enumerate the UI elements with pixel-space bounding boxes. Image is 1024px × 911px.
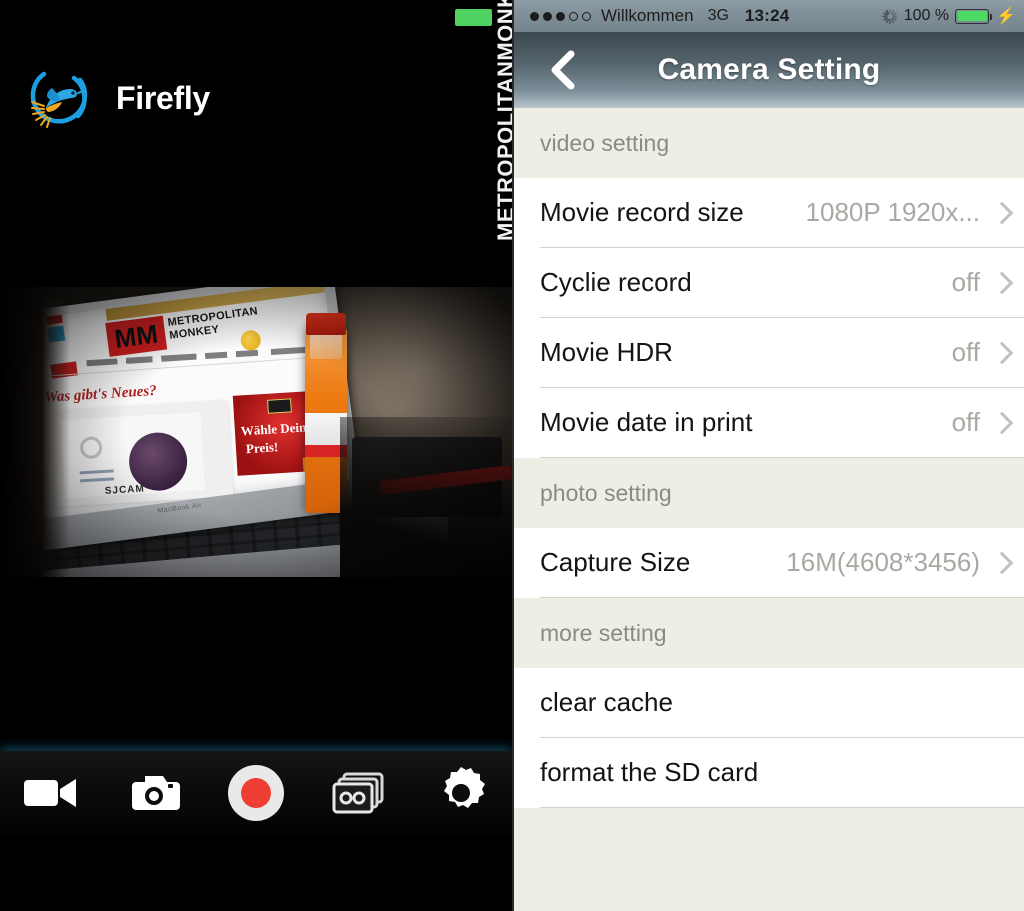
preview-vignette bbox=[0, 287, 512, 577]
settings-row-value: off bbox=[951, 267, 980, 297]
settings-row-value: off bbox=[951, 337, 980, 367]
section-header: video setting bbox=[514, 108, 1024, 178]
settings-row[interactable]: Cyclie record off bbox=[540, 248, 1024, 318]
gear-icon[interactable] bbox=[419, 751, 503, 835]
page-title: Camera Setting bbox=[657, 53, 881, 86]
screenshot-root: METROPOLITANMONKEY.COM Fir bbox=[0, 0, 1024, 911]
battery-icon bbox=[955, 8, 993, 24]
firefly-camera-panel: METROPOLITANMONKEY.COM Fir bbox=[0, 0, 512, 911]
app-status-strip bbox=[0, 0, 512, 32]
settings-row-label: format the SD card bbox=[540, 757, 759, 787]
ios-navigation-bar: Camera Setting bbox=[514, 32, 1024, 108]
chevron-right-icon bbox=[990, 271, 1014, 294]
signal-dot bbox=[556, 11, 565, 21]
settings-row[interactable]: Capture Size 16M(4608*3456) bbox=[540, 528, 1024, 598]
camera-toolbar bbox=[0, 751, 512, 835]
status-clock: 13:24 bbox=[744, 6, 790, 25]
gallery-stack-icon[interactable] bbox=[316, 751, 400, 835]
section-body: Movie record size 1080P 1920x... Cyclie re… bbox=[514, 178, 1024, 458]
battery-percent-label: 100 % bbox=[903, 7, 950, 24]
section-body: Capture Size 16M(4608*3456) bbox=[514, 528, 1024, 598]
battery-fill bbox=[957, 11, 987, 21]
network-type-label: 3G bbox=[707, 7, 729, 24]
camera-icon[interactable] bbox=[112, 751, 196, 835]
settings-row[interactable]: Movie HDR off bbox=[540, 318, 1024, 388]
section-header: more setting bbox=[514, 598, 1024, 668]
battery-cap bbox=[989, 13, 993, 20]
settings-row-label: Movie date in print bbox=[540, 407, 753, 437]
settings-row[interactable]: Movie date in print off bbox=[540, 388, 1024, 458]
phone-screenshot-panel: Willkommen 3G 13:24 100 % ⚡ Camera Setti… bbox=[512, 0, 1024, 911]
firefly-brand-label: Firefly bbox=[116, 79, 210, 116]
status-bar-right-group: 100 % ⚡ bbox=[882, 0, 1016, 32]
video-camera-icon[interactable] bbox=[9, 751, 93, 835]
settings-row-label: clear cache bbox=[540, 687, 673, 717]
camera-preview: MM METROPOLITAN MONKEY Was gibt's Neues? bbox=[0, 287, 512, 577]
signal-dot bbox=[569, 11, 578, 21]
settings-row-label: Capture Size bbox=[540, 547, 691, 577]
chevron-left-icon[interactable] bbox=[540, 48, 584, 92]
spinner-icon bbox=[882, 8, 898, 24]
recording-status-indicator bbox=[455, 9, 492, 26]
settings-row-value: off bbox=[951, 407, 980, 437]
signal-strength-icon bbox=[530, 11, 591, 21]
watermark-text: METROPOLITANMONKEY.COM bbox=[493, 0, 512, 241]
settings-row-value: 1080P 1920x... bbox=[805, 197, 980, 227]
chevron-right-icon bbox=[990, 341, 1014, 364]
firefly-logo-icon bbox=[22, 62, 94, 134]
chevron-right-icon bbox=[990, 411, 1014, 434]
section-body: clear cache format the SD card bbox=[514, 668, 1024, 808]
ios-status-bar: Willkommen 3G 13:24 100 % ⚡ bbox=[514, 0, 1024, 32]
section-header: photo setting bbox=[514, 458, 1024, 528]
signal-dot bbox=[530, 11, 539, 21]
settings-row-label: Movie record size bbox=[540, 197, 744, 227]
settings-row-label: Movie HDR bbox=[540, 337, 673, 367]
signal-dot bbox=[543, 11, 552, 21]
list-bottom-filler bbox=[514, 808, 1024, 911]
chevron-right-icon bbox=[990, 551, 1014, 574]
settings-row[interactable]: Movie record size 1080P 1920x... bbox=[540, 178, 1024, 248]
charging-bolt-icon: ⚡ bbox=[996, 8, 1016, 25]
settings-row[interactable]: clear cache bbox=[540, 668, 1024, 738]
firefly-brand: Firefly bbox=[22, 62, 210, 134]
settings-row[interactable]: format the SD card bbox=[540, 738, 1024, 808]
carrier-label: Willkommen bbox=[601, 6, 694, 25]
settings-row-value: 16M(4608*3456) bbox=[786, 547, 980, 577]
settings-row-label: Cyclie record bbox=[540, 267, 692, 297]
signal-dot bbox=[582, 11, 591, 21]
chevron-right-icon bbox=[990, 201, 1014, 224]
record-button-icon[interactable] bbox=[214, 751, 298, 835]
camera-settings-list: video setting Movie record size 1080P 1920… bbox=[514, 108, 1024, 808]
